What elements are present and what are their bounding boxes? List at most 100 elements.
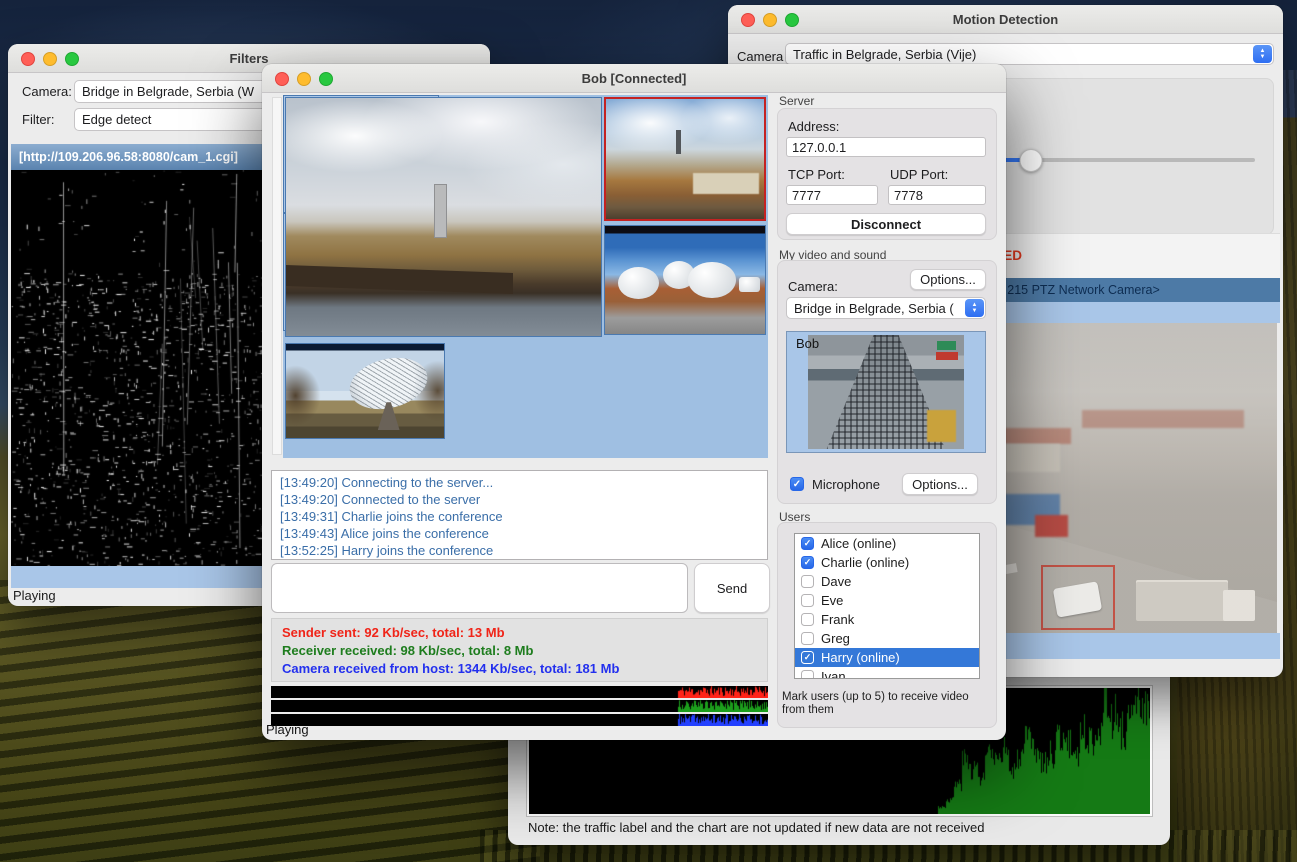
chat-line: [13:49:20] Connecting to the server... [280,474,759,491]
motion-window-title: Motion Detection [953,12,1058,27]
video-dome [618,267,660,299]
video-tile-observatory[interactable] [604,225,766,335]
close-icon[interactable] [21,52,35,66]
video-tile-selected[interactable] [604,97,766,221]
video-scenery [927,410,957,442]
server-groupbox: Address: TCP Port: UDP Port: Disconnect [777,108,997,240]
camera-options-button[interactable]: Options... [910,269,986,290]
user-row[interactable]: Greg [795,629,979,648]
minimize-icon[interactable] [297,72,311,86]
user-checkbox[interactable] [801,651,814,664]
user-checkbox[interactable] [801,556,814,569]
filters-camera-label: Camera: [22,84,72,99]
chat-line: [13:49:20] Connected to the server [280,491,759,508]
stat-line: Receiver received: 98 Kb/sec, total: 8 M… [282,642,757,660]
chat-line: [13:52:25] Harry joins the conference [280,542,759,559]
user-name: Eve [821,593,843,608]
motion-titlebar[interactable]: Motion Detection [728,5,1283,34]
user-row[interactable]: Dave [795,572,979,591]
user-checkbox[interactable] [801,613,814,626]
minimize-icon[interactable] [43,52,57,66]
user-name: Charlie (online) [821,555,909,570]
grid-side-gutter [272,97,282,455]
sender-level-meter [271,686,768,698]
tcp-port-label: TCP Port: [788,167,845,182]
minimize-icon[interactable] [763,13,777,27]
video-scenery [434,184,447,239]
chart-note: Note: the traffic label and the chart ar… [528,820,985,835]
stats-panel: Sender sent: 92 Kb/sec, total: 13 MbRece… [271,618,768,682]
stepper-icon [965,299,984,317]
video-grid: No Video No Video [283,95,768,458]
zoom-icon[interactable] [65,52,79,66]
user-name: Alice (online) [821,536,896,551]
zoom-icon[interactable] [319,72,333,86]
av-groupbox: Options... Camera: Bridge in Belgrade, S… [777,260,997,504]
video-scenery [286,265,513,294]
udp-port-field[interactable] [888,185,986,205]
bob-titlebar[interactable]: Bob [Connected] [262,64,1006,93]
server-group-label: Server [779,94,814,108]
user-checkbox[interactable] [801,594,814,607]
stat-line: Sender sent: 92 Kb/sec, total: 13 Mb [282,624,757,642]
user-checkbox[interactable] [801,575,814,588]
bob-window-title: Bob [Connected] [582,71,687,86]
user-checkbox[interactable] [801,670,814,679]
motion-camera-select[interactable]: Traffic in Belgrade, Serbia (Vije) [785,43,1274,65]
motion-camera-label: Camera [737,49,783,64]
video-logo [936,352,958,360]
stepper-icon [1253,45,1272,63]
video-tile-main[interactable] [285,97,602,337]
send-button[interactable]: Send [694,563,770,613]
message-input[interactable] [271,563,688,613]
self-video-box: Bob [786,331,986,453]
microphone-checkbox[interactable] [790,477,804,491]
user-row[interactable]: Harry (online) [795,648,979,667]
users-groupbox: Alice (online) Charlie (online) Dave Eve Fra… [777,522,997,728]
users-list[interactable]: Alice (online) Charlie (online) Dave Eve Fra… [794,533,980,679]
user-checkbox[interactable] [801,632,814,645]
close-icon[interactable] [741,13,755,27]
users-hint: Mark users (up to 5) to receive video fr… [782,691,984,717]
bob-conference-window: Bob [Connected] No Video N [262,64,1006,740]
desktop: Note: the traffic label and the chart ar… [0,0,1297,862]
microphone-label: Microphone [812,477,880,492]
chat-line: [13:49:43] Alice joins the conference [280,525,759,542]
video-tile-telescope[interactable] [285,343,445,439]
video-scenery [676,130,682,154]
tcp-port-field[interactable] [786,185,878,205]
zoom-icon[interactable] [785,13,799,27]
video-dome [739,277,760,292]
close-icon[interactable] [275,72,289,86]
video-logo [937,341,956,350]
self-video-name: Bob [796,336,819,351]
av-camera-label: Camera: [788,279,838,294]
user-name: Ivan [821,669,846,679]
user-name: Harry (online) [821,650,900,665]
av-camera-select[interactable]: Bridge in Belgrade, Serbia ( [786,297,986,319]
microphone-options-button[interactable]: Options... [902,473,978,495]
user-name: Dave [821,574,851,589]
av-camera-value: Bridge in Belgrade, Serbia ( [787,301,964,316]
disconnect-button[interactable]: Disconnect [786,213,986,235]
bob-status-text: Playing [266,722,309,737]
chat-line: [13:49:31] Charlie joins the conference [280,508,759,525]
receiver-level-meter [271,700,768,712]
address-label: Address: [788,119,839,134]
video-dome [688,262,736,299]
address-field[interactable] [786,137,986,157]
user-name: Greg [821,631,850,646]
user-checkbox[interactable] [801,537,814,550]
chat-log[interactable]: [13:49:20] Connecting to the server...[1… [271,470,768,560]
stat-line: Camera received from host: 1344 Kb/sec, … [282,660,757,678]
user-row[interactable]: Alice (online) [795,534,979,553]
sensitivity-slider-thumb[interactable] [1020,149,1043,172]
udp-port-label: UDP Port: [890,167,948,182]
video-scenery [693,173,759,193]
user-row[interactable]: Frank [795,610,979,629]
user-row[interactable]: Ivan [795,667,979,679]
user-row[interactable]: Eve [795,591,979,610]
user-name: Frank [821,612,854,627]
user-row[interactable]: Charlie (online) [795,553,979,572]
self-video [808,335,964,449]
